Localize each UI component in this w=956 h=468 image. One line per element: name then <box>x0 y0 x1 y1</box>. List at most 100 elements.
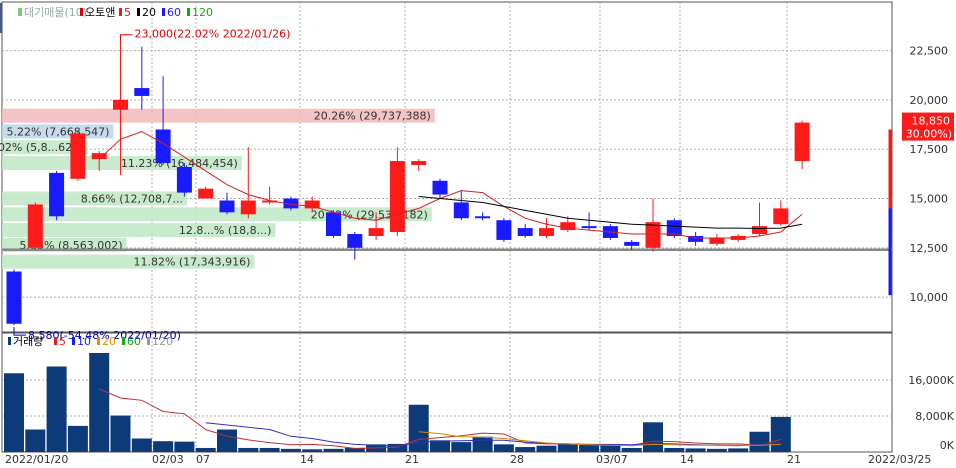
x-tick-label: 03/07 <box>596 453 628 466</box>
stock-chart-window: 호 22,50020,00017,50015,00012,50010,00016… <box>0 0 956 468</box>
volume-legend-ma: 20 <box>102 335 116 348</box>
legend-ma-label: 60 <box>167 6 181 19</box>
legend-mark <box>119 8 122 16</box>
candle-body <box>624 241 640 246</box>
chart-canvas[interactable]: 22,500 20,000 17,500 15,000 12,500 10,000 16,0… <box>0 0 956 468</box>
legend-mark <box>18 8 22 16</box>
volume-legend-ma: 10 <box>77 335 91 348</box>
volume-bar <box>493 444 514 452</box>
volume-bar <box>536 445 557 452</box>
volume-bar <box>472 436 493 452</box>
volume-bar <box>685 448 706 452</box>
volume-bar <box>664 447 685 452</box>
price-tick-label: 10,000 <box>910 291 949 304</box>
candle-body <box>752 226 767 235</box>
x-tick-label: 14 <box>680 453 694 466</box>
volume-legend-ma: 120 <box>152 335 173 348</box>
legend-mark <box>97 337 100 345</box>
volume-bar <box>67 425 88 452</box>
candle-body <box>304 200 320 209</box>
volume-bar <box>621 447 642 452</box>
price-tick-label: 22,500 <box>910 45 949 58</box>
legend-mark <box>187 8 190 16</box>
volume-bar <box>770 416 791 452</box>
candle-body <box>347 234 363 248</box>
supply-zone-label: 20.26% (29,737,388) <box>314 110 431 123</box>
volume-bar <box>153 441 174 452</box>
price-tick-label: 15,000 <box>910 193 949 206</box>
volume-bar <box>4 373 24 452</box>
candle-body <box>539 228 554 236</box>
legend-title: 대기매물(10) <box>24 6 87 19</box>
supply-zone-label: 12.8...% (18,8...) <box>179 224 272 237</box>
volume-bar <box>323 448 344 452</box>
candle-body <box>27 204 43 248</box>
legend-ma-label: 120 <box>192 6 213 19</box>
legend-mark <box>137 8 140 16</box>
legend-mark <box>122 337 125 345</box>
candle-body <box>198 188 214 199</box>
candle-body <box>240 200 256 215</box>
candle-body <box>645 222 661 248</box>
legend-mark <box>8 337 11 345</box>
x-tick-label: 02/03 <box>152 453 184 466</box>
supply-zone-label: 11.82% (17,343,916) <box>133 256 250 269</box>
volume-legend-title: 거래량 <box>13 335 43 348</box>
candle-body <box>176 166 192 193</box>
legend-mark <box>72 337 75 345</box>
max-price-label: 23,000(22.02% 2022/01/26) <box>135 28 291 41</box>
legend-mark <box>80 8 83 16</box>
candle-body <box>496 220 512 240</box>
volume-legend-ma: 60 <box>127 335 141 348</box>
volume-bar <box>302 449 323 452</box>
candle-body <box>411 161 427 165</box>
volume-bar <box>451 442 472 452</box>
volume-bar <box>515 447 536 452</box>
price-tick-label: 20,000 <box>910 94 949 107</box>
candle-body <box>70 133 86 179</box>
volume-legend-ma: 5 <box>59 335 66 348</box>
volume-tick-label: 0K <box>940 439 955 452</box>
volume-bar <box>280 448 301 452</box>
volume-tick-label: 16,000K <box>908 374 954 387</box>
x-tick-label: 07 <box>196 453 210 466</box>
legend-stock-name: 오토앤 <box>85 6 115 19</box>
volume-tick-label: 8,000K <box>915 410 954 423</box>
price-tick-label: 12,500 <box>910 242 949 255</box>
volume-bar <box>131 438 152 452</box>
candle-body <box>432 180 448 195</box>
candle-body <box>475 216 491 219</box>
volume-bar <box>430 440 450 452</box>
legend-ma-label: 20 <box>142 6 156 19</box>
volume-bar <box>110 415 131 452</box>
current-change-label: ( 30.00%) <box>898 128 952 141</box>
volume-bar <box>195 447 216 452</box>
volume-bar <box>89 353 110 452</box>
volume-bar <box>579 444 600 452</box>
volume-bar <box>174 441 195 452</box>
x-tick-label: 21 <box>405 453 419 466</box>
volume-bar <box>408 404 429 452</box>
candle-body <box>134 88 150 96</box>
legend-ma-label: 5 <box>124 6 131 19</box>
supply-zone-label: 8.66% (12,708,7... <box>81 193 183 206</box>
volume-bar <box>557 444 578 452</box>
legend-mark <box>162 8 165 16</box>
candle-body <box>794 122 810 162</box>
legend-mark <box>54 337 57 345</box>
volume-bar <box>643 422 663 452</box>
candle-body <box>113 99 128 110</box>
candle-body <box>773 208 789 225</box>
candle-body <box>6 271 22 324</box>
legend-mark <box>147 337 150 345</box>
x-tick-label: 28 <box>510 453 524 466</box>
candle-body <box>219 200 235 213</box>
candle-body <box>581 226 597 229</box>
current-price-label: 18,850 <box>912 115 951 128</box>
volume-bar <box>749 431 770 452</box>
volume-bar <box>728 448 749 452</box>
supply-zone-label: 5.22% (7,668,547) <box>6 125 109 138</box>
candle-body <box>709 237 725 244</box>
volume-bar <box>238 447 259 452</box>
candle-body <box>453 202 469 219</box>
